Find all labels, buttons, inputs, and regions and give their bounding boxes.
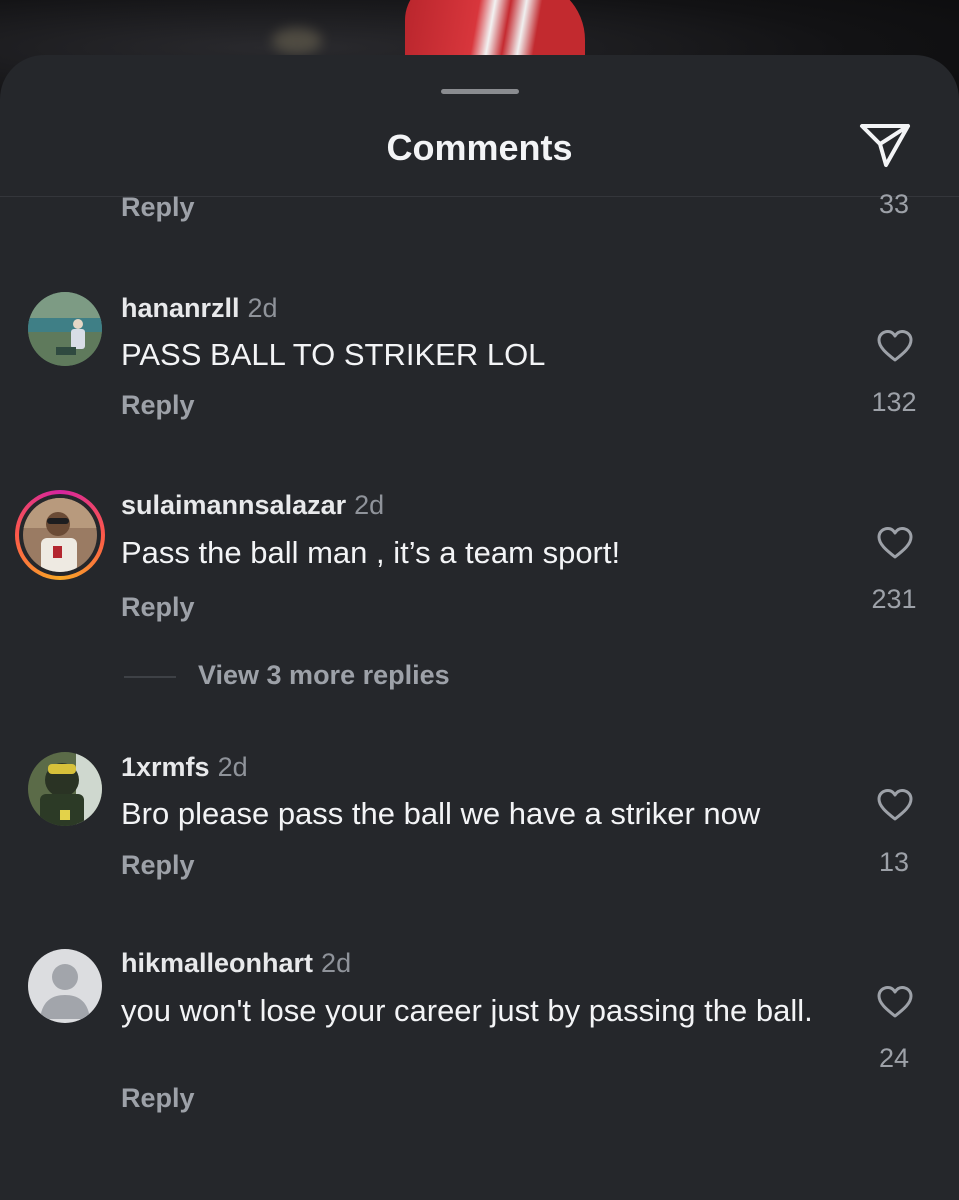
like-count: 24 <box>878 1043 910 1073</box>
heart-icon[interactable] <box>876 329 914 363</box>
avatar-photo <box>28 752 102 826</box>
like-count: 33 <box>878 189 910 219</box>
comment-username[interactable]: hikmalleonhart 2d <box>121 948 351 979</box>
comment-username[interactable]: hananrzll 2d <box>121 293 278 324</box>
avatar[interactable] <box>28 292 102 366</box>
comment-text: Pass the ball man , it’s a team sport! <box>121 535 621 570</box>
reply-button[interactable]: Reply <box>121 390 195 421</box>
like-count: 132 <box>871 387 917 417</box>
comment-text: PASS BALL TO STRIKER LOL <box>121 337 546 372</box>
reply-button[interactable]: Reply <box>121 1083 195 1114</box>
replies-divider <box>124 676 176 678</box>
reply-button[interactable]: Reply <box>121 850 195 881</box>
avatar <box>23 498 97 572</box>
reply-button[interactable]: Reply <box>121 192 195 223</box>
comment-time: 2d <box>354 490 385 520</box>
comment-text: you won't lose your career just by passi… <box>121 993 813 1028</box>
story-ring[interactable] <box>15 490 105 580</box>
backdrop-light <box>272 28 322 54</box>
reply-button[interactable]: Reply <box>121 592 195 623</box>
sheet-title: Comments <box>386 127 573 168</box>
view-more-replies-button[interactable]: View 3 more replies <box>198 660 450 691</box>
like-count: 231 <box>871 584 917 614</box>
sheet-grabber[interactable] <box>441 89 519 94</box>
heart-icon[interactable] <box>876 526 914 560</box>
like-count: 13 <box>878 847 910 877</box>
comments-sheet: Comments Reply 33 hananrzll 2d PASS BALL … <box>0 55 959 1200</box>
avatar-photo <box>23 498 97 572</box>
avatar-photo <box>28 292 102 366</box>
heart-icon[interactable] <box>876 985 914 1019</box>
avatar[interactable] <box>28 752 102 826</box>
person-icon <box>40 964 90 1019</box>
comment-time: 2d <box>217 752 248 782</box>
comment-time: 2d <box>247 293 278 323</box>
comment-username[interactable]: sulaimannsalazar 2d <box>121 490 384 521</box>
comment-text: Bro please pass the ball we have a strik… <box>121 796 761 831</box>
avatar[interactable] <box>28 949 102 1023</box>
send-icon[interactable] <box>858 121 912 169</box>
comment-username[interactable]: 1xrmfs 2d <box>121 752 248 783</box>
heart-icon[interactable] <box>876 788 914 822</box>
comment-time: 2d <box>321 948 352 978</box>
